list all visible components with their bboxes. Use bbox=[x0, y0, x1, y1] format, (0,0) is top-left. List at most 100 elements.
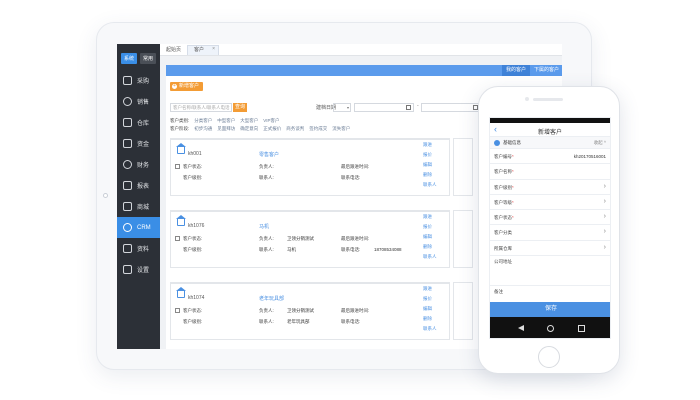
customer-name[interactable]: 老年玩具部 bbox=[259, 295, 284, 302]
card-action-4[interactable]: 联系人 bbox=[423, 182, 437, 188]
stage-option[interactable]: 确定意向 bbox=[240, 126, 258, 132]
search-input[interactable]: 客户名称/联系人/联系人电话 bbox=[170, 103, 232, 112]
phone-label: 联系电话: bbox=[341, 175, 361, 180]
stage-option[interactable]: 签约成交 bbox=[309, 126, 327, 132]
sidebar-item-label: 报表 bbox=[137, 184, 150, 190]
category-option[interactable]: VIP客户 bbox=[263, 118, 279, 124]
customer-card[interactable]: kh1074 老年玩具部 客户状态: 客户级别: 负责人: 卫领分销测试 联系人: 老年玩具部… bbox=[170, 282, 450, 340]
customer-card[interactable]: kh001 零售客户 客户状态: 客户级别: 负责人: 联系人: 最后跟进时间: 联系电话: 跟… bbox=[170, 138, 450, 196]
card-action-3[interactable]: 删除 bbox=[423, 172, 432, 178]
card-action-4[interactable]: 联系人 bbox=[423, 254, 437, 260]
sidebar-item-2[interactable]: 仓库 bbox=[117, 112, 160, 133]
address-field[interactable]: 公司地址 bbox=[490, 256, 610, 287]
close-icon[interactable]: × bbox=[212, 46, 215, 52]
row-checkbox[interactable] bbox=[175, 308, 180, 313]
customer-card-partial[interactable] bbox=[453, 138, 473, 196]
sidebar-item-3[interactable]: 资金 bbox=[117, 133, 160, 154]
form-field[interactable]: 客户状态* › bbox=[490, 210, 610, 226]
nav-recent-icon[interactable] bbox=[578, 325, 585, 332]
form-field[interactable]: 客户编号* kh20170516001 bbox=[490, 149, 610, 165]
stage-option[interactable]: 流失客户 bbox=[332, 126, 350, 132]
chevron-right-icon: › bbox=[603, 228, 606, 236]
row-checkbox[interactable] bbox=[175, 164, 180, 169]
contact-label: 联系人: bbox=[259, 175, 274, 180]
form-field-label: 客户等级* bbox=[494, 200, 514, 206]
search-button[interactable]: 查询 bbox=[233, 103, 247, 112]
stage-option[interactable]: 商务谈判 bbox=[286, 126, 304, 132]
card-action-2[interactable]: 编辑 bbox=[423, 234, 432, 240]
category-option[interactable]: 中型客户 bbox=[217, 118, 235, 124]
sidebar-item-8[interactable]: 资料 bbox=[117, 238, 160, 259]
sidebar-item-6[interactable]: 商城 bbox=[117, 196, 160, 217]
required-mark: * bbox=[512, 215, 514, 221]
category-option[interactable]: 分类客户 bbox=[194, 118, 212, 124]
date-end-input[interactable] bbox=[421, 103, 481, 112]
last-follow-label: 最后跟进时间: bbox=[341, 308, 370, 313]
date-start-input[interactable] bbox=[354, 103, 414, 112]
card-action-0[interactable]: 跟进 bbox=[423, 286, 432, 292]
nav-home-icon[interactable] bbox=[547, 325, 554, 332]
sidebar-item-5[interactable]: 报表 bbox=[117, 175, 160, 196]
card-action-1[interactable]: 报价 bbox=[423, 152, 432, 158]
row-checkbox[interactable] bbox=[175, 236, 180, 241]
sidebar-tab-system[interactable]: 系统 bbox=[121, 53, 138, 64]
card-action-2[interactable]: 编辑 bbox=[423, 162, 432, 168]
customer-card[interactable]: kh1076 马机 客户状态: 客户级别: 负责人: 卫领分销测试 联系人: 马机 最后跟进时间… bbox=[170, 210, 450, 268]
crm-icon bbox=[123, 223, 132, 232]
nav-back-icon[interactable] bbox=[518, 325, 524, 331]
tab-bar: 起始页 客户 × bbox=[160, 44, 562, 56]
plus-icon: + bbox=[172, 83, 177, 89]
tab-my-customers[interactable]: 我的客户 bbox=[501, 65, 530, 76]
customer-card-partial[interactable] bbox=[453, 282, 473, 340]
form-field[interactable]: 所属仓库 › bbox=[490, 241, 610, 257]
stage-option[interactable]: 见面拜访 bbox=[217, 126, 235, 132]
form-field[interactable]: 客户级别* › bbox=[490, 180, 610, 195]
card-action-1[interactable]: 报价 bbox=[423, 296, 432, 302]
category-option[interactable]: 大型客户 bbox=[240, 118, 258, 124]
add-customer-button[interactable]: + 新增客户 bbox=[170, 82, 204, 91]
sidebar-item-4[interactable]: 财务 bbox=[117, 154, 160, 175]
customer-name[interactable]: 零售客户 bbox=[259, 151, 279, 158]
sidebar-item-7[interactable]: CRM bbox=[117, 217, 160, 238]
customer-card-partial[interactable] bbox=[453, 210, 473, 268]
form-field-label-text: 客户状态 bbox=[494, 215, 512, 221]
stage-option[interactable]: 正式报价 bbox=[263, 126, 281, 132]
stage-option[interactable]: 初步沟通 bbox=[194, 126, 212, 132]
stage-label: 客户级别: bbox=[183, 319, 203, 324]
sidebar-tab-common[interactable]: 常用 bbox=[140, 53, 157, 64]
card-action-3[interactable]: 删除 bbox=[423, 244, 432, 250]
tab-customer[interactable]: 客户 × bbox=[187, 45, 220, 55]
save-button[interactable]: 保存 bbox=[490, 302, 610, 317]
card-action-3[interactable]: 删除 bbox=[423, 316, 432, 322]
add-customer-label: 新增客户 bbox=[179, 83, 200, 89]
section-basic-info[interactable]: 基础信息 收起 ^ bbox=[490, 137, 610, 149]
note-field[interactable]: 备注 bbox=[490, 286, 610, 298]
last-follow-label: 最后跟进时间: bbox=[341, 164, 370, 169]
card-action-0[interactable]: 跟进 bbox=[423, 142, 432, 148]
customer-scope-bar: 我的客户 下属的客户 bbox=[166, 65, 562, 76]
tab-home[interactable]: 起始页 bbox=[160, 46, 187, 55]
date-type-select[interactable]: ▾ bbox=[333, 103, 351, 112]
sidebar-item-9[interactable]: 设置 bbox=[117, 259, 160, 280]
card-action-1[interactable]: 报价 bbox=[423, 224, 432, 230]
rep-label: 负责人: bbox=[259, 308, 274, 313]
form-field[interactable]: 客户分类 › bbox=[490, 225, 610, 241]
filter-category: 客户类别: 分类客户 中型客户 大型客户 VIP客户 bbox=[170, 118, 280, 124]
tab-sub-customers[interactable]: 下属的客户 bbox=[530, 65, 562, 76]
card-action-0[interactable]: 跟进 bbox=[423, 214, 432, 220]
collapse-toggle[interactable]: 收起 ^ bbox=[594, 140, 606, 146]
form-field-label-text: 客户级别 bbox=[494, 184, 512, 190]
customer-name[interactable]: 马机 bbox=[259, 223, 269, 230]
sidebar-item-0[interactable]: 采购 bbox=[117, 70, 160, 91]
sidebar-item-1[interactable]: 销售 bbox=[117, 91, 160, 112]
card-action-2[interactable]: 编辑 bbox=[423, 306, 432, 312]
phone-label: 联系电话: bbox=[341, 247, 361, 252]
required-mark: * bbox=[512, 184, 514, 190]
phone-home-button[interactable] bbox=[538, 346, 560, 368]
card-action-4[interactable]: 联系人 bbox=[423, 326, 437, 332]
form-field[interactable]: 客户等级* › bbox=[490, 195, 610, 211]
phone-screen: ‹ 新增客户 基础信息 收起 ^ 客户编号* kh20170516001 客户名称*… bbox=[489, 117, 611, 339]
form-field[interactable]: 客户名称* bbox=[490, 164, 610, 180]
filter-stage: 客户阶段: 初步沟通 见面拜访 确定意向 正式报价 商务谈判 签约成交 流失客户 bbox=[170, 126, 350, 132]
rep-value: 卫领分销测试 bbox=[287, 236, 314, 241]
